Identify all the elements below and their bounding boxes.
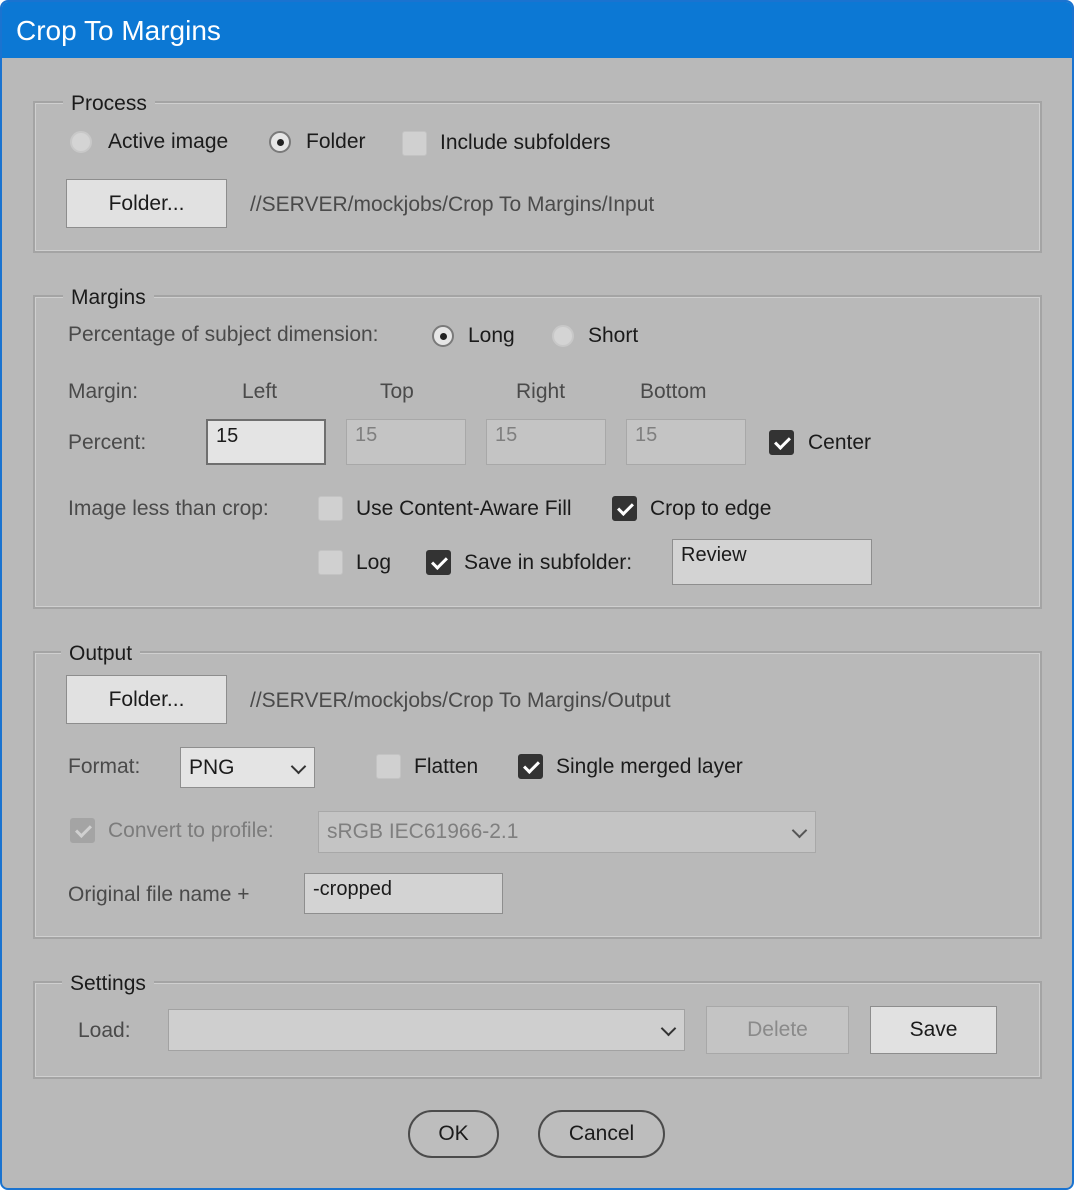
subfolder-name-input[interactable]: Review: [672, 539, 872, 585]
folder-radio-label: Folder: [306, 130, 366, 153]
active-image-label: Active image: [108, 130, 229, 153]
output-folder-button[interactable]: Folder...: [66, 675, 227, 724]
window-title: Crop To Margins: [16, 15, 221, 46]
convert-profile-checkbox: [70, 818, 95, 843]
percentage-label: Percentage of subject dimension:: [68, 323, 379, 346]
filename-suffix-input[interactable]: -cropped: [304, 873, 503, 914]
format-select[interactable]: PNG: [180, 747, 315, 788]
right-margin-input: 15: [486, 419, 606, 465]
folder-radio[interactable]: [269, 131, 291, 153]
single-merged-layer-label: Single merged layer: [556, 755, 743, 778]
chevron-down-icon: [791, 822, 808, 839]
right-column-header: Right: [516, 380, 566, 403]
log-label: Log: [356, 551, 392, 574]
save-settings-button[interactable]: Save: [870, 1006, 997, 1054]
crop-to-edge-checkbox[interactable]: [612, 496, 637, 521]
format-label: Format:: [68, 755, 141, 778]
image-less-label: Image less than crop:: [68, 497, 269, 520]
margins-legend: Margins: [63, 286, 154, 310]
bottom-margin-input: 15: [626, 419, 746, 465]
process-group: [33, 101, 1042, 253]
percent-label: Percent:: [68, 431, 147, 454]
format-value: PNG: [189, 755, 235, 779]
input-path: //SERVER/mockjobs/Crop To Margins/Input: [250, 193, 655, 216]
process-legend: Process: [63, 92, 155, 116]
crop-to-edge-label: Crop to edge: [650, 497, 772, 520]
center-label: Center: [808, 431, 872, 454]
center-checkbox[interactable]: [769, 430, 794, 455]
content-aware-checkbox[interactable]: [318, 496, 343, 521]
title-bar[interactable]: Crop To Margins: [2, 2, 1072, 58]
log-checkbox[interactable]: [318, 550, 343, 575]
crop-to-margins-dialog: Crop To Margins Process Active image Fol…: [0, 0, 1074, 1190]
profile-select: sRGB IEC61966-2.1: [318, 811, 816, 853]
cancel-button[interactable]: Cancel: [538, 1110, 665, 1158]
left-margin-input[interactable]: 15: [206, 419, 326, 465]
filename-label: Original file name +: [68, 883, 250, 906]
include-subfolders-checkbox[interactable]: [402, 131, 427, 156]
ok-button[interactable]: OK: [408, 1110, 499, 1158]
settings-legend: Settings: [62, 972, 154, 996]
load-label: Load:: [78, 1019, 131, 1042]
content-aware-label: Use Content-Aware Fill: [356, 497, 572, 520]
short-radio[interactable]: [552, 325, 574, 347]
left-column-header: Left: [242, 380, 278, 403]
short-label: Short: [588, 324, 639, 347]
margin-label: Margin:: [68, 380, 139, 403]
chevron-down-icon: [660, 1020, 677, 1037]
long-label: Long: [468, 324, 515, 347]
active-image-radio[interactable]: [70, 131, 92, 153]
output-legend: Output: [61, 642, 141, 666]
load-settings-select[interactable]: [168, 1009, 685, 1051]
long-radio[interactable]: [432, 325, 454, 347]
top-column-header: Top: [380, 380, 414, 403]
bottom-column-header: Bottom: [640, 380, 707, 403]
chevron-down-icon: [290, 758, 307, 774]
output-path: //SERVER/mockjobs/Crop To Margins/Output: [250, 689, 671, 712]
flatten-label: Flatten: [414, 755, 479, 778]
include-subfolders-label: Include subfolders: [440, 131, 611, 154]
top-margin-input: 15: [346, 419, 466, 465]
input-folder-button[interactable]: Folder...: [66, 179, 227, 228]
delete-settings-button: Delete: [706, 1006, 849, 1054]
convert-profile-label: Convert to profile:: [108, 819, 274, 842]
flatten-checkbox[interactable]: [376, 754, 401, 779]
single-merged-layer-checkbox[interactable]: [518, 754, 543, 779]
save-subfolder-label: Save in subfolder:: [464, 551, 633, 574]
save-subfolder-checkbox[interactable]: [426, 550, 451, 575]
profile-value: sRGB IEC61966-2.1: [327, 820, 519, 843]
